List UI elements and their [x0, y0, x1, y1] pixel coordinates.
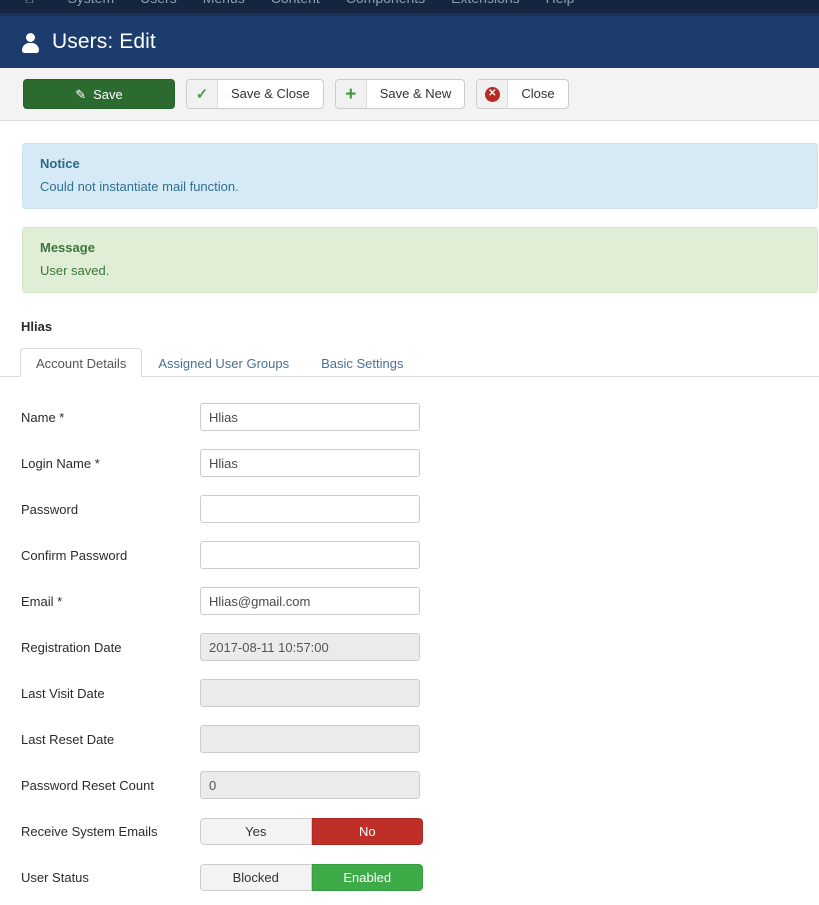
registration-date-input: [200, 633, 420, 661]
name-input[interactable]: [200, 403, 420, 431]
close-button[interactable]: ✕ Close: [476, 79, 569, 109]
login-name-input[interactable]: [200, 449, 420, 477]
record-title: Hlias: [21, 319, 53, 334]
admin-menu-bar[interactable]: ♘ System Users Menus Content Components …: [0, 0, 819, 13]
pencil-square-icon: ✎: [75, 86, 87, 102]
last-visit-date-label: Last Visit Date: [21, 685, 105, 701]
tab-bar: Account Details Assigned User Groups Bas…: [0, 344, 819, 377]
content-area: Notice Could not instantiate mail functi…: [0, 143, 819, 905]
user-status-toggle: Blocked Enabled: [200, 863, 423, 891]
user-status-option-enabled[interactable]: Enabled: [311, 863, 423, 891]
form-row-registration-date: Registration Date: [0, 624, 819, 670]
tab-assigned-user-groups[interactable]: Assigned User Groups: [142, 348, 305, 377]
account-details-form: Name * Login Name * Password Confirm Pas…: [0, 377, 819, 905]
save-button-label: Save: [93, 86, 123, 102]
message-alert-title: Message: [40, 240, 95, 255]
menu-item-extensions[interactable]: Extensions: [451, 0, 519, 5]
form-row-last-visit-date: Last Visit Date: [0, 670, 819, 716]
message-alert-text: User saved.: [40, 263, 110, 278]
menu-item-components[interactable]: Components: [346, 0, 425, 5]
form-row-receive-system-emails: Receive System Emails Yes No: [0, 808, 819, 854]
tab-basic-settings[interactable]: Basic Settings: [305, 348, 419, 377]
save-and-new-button-label: Save & New: [379, 86, 452, 101]
last-reset-date-input: [200, 725, 420, 753]
last-reset-date-label: Last Reset Date: [21, 731, 115, 747]
receive-system-emails-label: Receive System Emails: [21, 823, 158, 839]
menu-item-content[interactable]: Content: [271, 0, 320, 5]
menu-item-help[interactable]: Help: [546, 0, 575, 5]
email-label: Email *: [21, 593, 63, 609]
password-label: Password: [21, 501, 79, 517]
menu-item-menus[interactable]: Menus: [203, 0, 245, 5]
user-icon: [22, 32, 39, 53]
notice-alert-title: Notice: [40, 156, 80, 171]
message-alert: Message User saved.: [22, 227, 818, 293]
page-title: Users: Edit: [52, 30, 156, 53]
confirm-password-label: Confirm Password: [21, 547, 128, 563]
receive-system-emails-option-no[interactable]: No: [311, 817, 423, 845]
toolbar: ✎ Save ✓ Save & Close + Save & New ✕ Clo…: [0, 68, 819, 121]
user-status-option-blocked[interactable]: Blocked: [200, 863, 312, 891]
notice-alert-text: Could not instantiate mail function.: [40, 179, 239, 194]
registration-date-label: Registration Date: [21, 639, 122, 655]
receive-system-emails-option-yes[interactable]: Yes: [200, 817, 312, 845]
form-row-password-reset-count: Password Reset Count: [0, 762, 819, 808]
form-row-login-name: Login Name *: [0, 440, 819, 486]
form-row-user-status: User Status Blocked Enabled: [0, 854, 819, 900]
confirm-password-input[interactable]: [200, 541, 420, 569]
form-row-email: Email *: [0, 578, 819, 624]
name-label: Name *: [21, 409, 65, 425]
form-row-last-reset-date: Last Reset Date: [0, 716, 819, 762]
save-and-new-button[interactable]: + Save & New: [334, 79, 466, 109]
password-reset-count-label: Password Reset Count: [21, 777, 154, 793]
page-header: Users: Edit: [0, 16, 819, 68]
save-and-close-button[interactable]: ✓ Save & Close: [186, 79, 324, 109]
form-row-name: Name *: [0, 394, 819, 440]
circle-x-icon: ✕: [477, 80, 509, 108]
password-reset-count-input: [200, 771, 420, 799]
plus-icon: +: [335, 80, 367, 108]
password-input[interactable]: [200, 495, 420, 523]
notice-alert: Notice Could not instantiate mail functi…: [22, 143, 818, 209]
menu-item-users[interactable]: Users: [140, 0, 177, 5]
login-name-label: Login Name *: [21, 455, 100, 471]
form-row-password: Password: [0, 486, 819, 532]
form-row-require-password-reset: Require Password Reset Yes No: [0, 900, 819, 905]
joomla-logo-icon[interactable]: ♘: [22, 0, 35, 6]
save-button[interactable]: ✎ Save: [23, 79, 175, 109]
last-visit-date-input: [200, 679, 420, 707]
menu-item-system[interactable]: System: [67, 0, 114, 5]
receive-system-emails-toggle: Yes No: [200, 817, 423, 845]
form-row-confirm-password: Confirm Password: [0, 532, 819, 578]
check-icon: ✓: [187, 80, 218, 108]
close-button-label: Close: [521, 86, 555, 101]
save-and-close-button-label: Save & Close: [231, 86, 310, 101]
email-input[interactable]: [200, 587, 420, 615]
tab-account-details[interactable]: Account Details: [20, 348, 143, 377]
user-status-label: User Status: [21, 869, 89, 885]
